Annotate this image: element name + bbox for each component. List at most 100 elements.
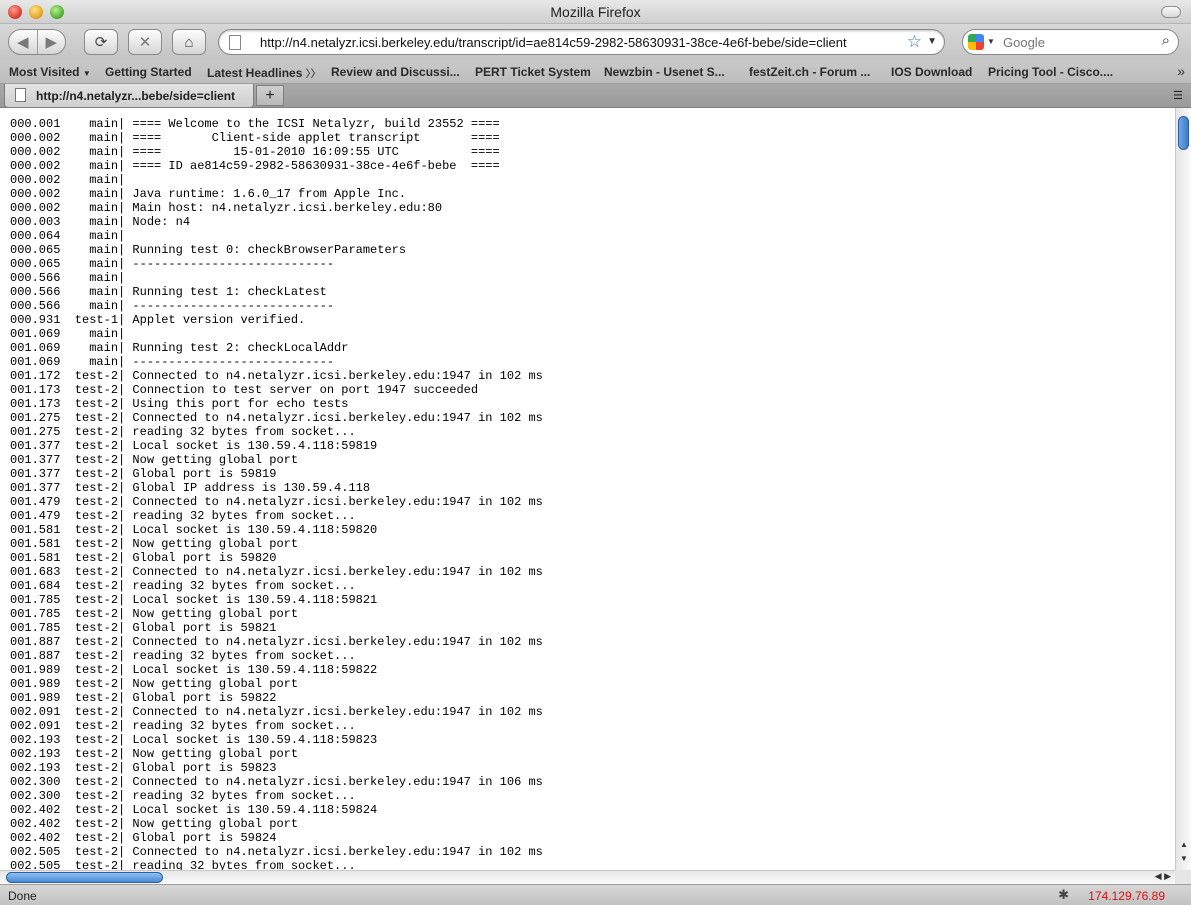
search-icon[interactable]: ⌕ bbox=[1162, 32, 1170, 49]
search-engine-selector[interactable]: ▼ bbox=[962, 29, 996, 55]
page-icon bbox=[15, 88, 26, 102]
transcript-line: 001.377 test-2| Local socket is 130.59.4… bbox=[10, 439, 378, 453]
scrollbar-corner bbox=[1175, 870, 1191, 884]
page-content: 000.001 main| ==== Welcome to the ICSI N… bbox=[0, 108, 1175, 870]
bookmark-pert-ticket-system[interactable]: PERT Ticket System bbox=[475, 65, 591, 79]
transcript-line: 001.887 test-2| Connected to n4.netalyzr… bbox=[10, 635, 543, 649]
status-bar: Done ✱ 174.129.76.89 bbox=[0, 884, 1191, 905]
title-bar: Mozilla Firefox bbox=[0, 0, 1191, 24]
tab-transcript[interactable]: http://n4.netalyzr...bebe/side=client bbox=[4, 84, 254, 108]
firebug-icon[interactable]: ✱ bbox=[1058, 887, 1069, 903]
search-input[interactable] bbox=[1003, 35, 1153, 50]
transcript-line: 000.002 main| Main host: n4.netalyzr.ics… bbox=[10, 201, 443, 215]
reload-button[interactable]: ⟳ bbox=[84, 29, 118, 55]
transcript-line: 000.931 test-1| Applet version verified. bbox=[10, 313, 306, 327]
transcript-line: 000.002 main| ==== Client-side applet tr… bbox=[10, 131, 500, 145]
rss-feed-icon: 〉〉 bbox=[305, 69, 321, 80]
url-text[interactable]: http://n4.netalyzr.icsi.berkeley.edu/tra… bbox=[260, 35, 847, 50]
chevron-down-icon: ▼ bbox=[987, 37, 995, 46]
transcript-line: 001.683 test-2| Connected to n4.netalyzr… bbox=[10, 565, 543, 579]
transcript-line: 000.065 main| Running test 0: checkBrows… bbox=[10, 243, 407, 257]
navigation-toolbar: ◀ ▶ ⟳ ✕ ⌂ http://n4.netalyzr.icsi.berkel… bbox=[0, 24, 1191, 60]
bookmark-getting-started[interactable]: Getting Started bbox=[105, 65, 192, 79]
transcript-line: 001.989 test-2| Global port is 59822 bbox=[10, 691, 277, 705]
transcript-line: 001.887 test-2| reading 32 bytes from so… bbox=[10, 649, 356, 663]
bookmark-newzbin[interactable]: Newzbin - Usenet S... bbox=[604, 65, 725, 79]
tab-list-icon[interactable]: ☰ bbox=[1173, 89, 1183, 102]
stop-button[interactable]: ✕ bbox=[128, 29, 162, 55]
transcript-line: 001.785 test-2| Now getting global port bbox=[10, 607, 299, 621]
transcript-line: 001.479 test-2| reading 32 bytes from so… bbox=[10, 509, 356, 523]
bookmark-latest-headlines[interactable]: Latest Headlines 〉〉 bbox=[207, 65, 321, 80]
transcript-line: 001.479 test-2| Connected to n4.netalyzr… bbox=[10, 495, 543, 509]
tab-label: http://n4.netalyzr...bebe/side=client bbox=[36, 89, 236, 103]
new-tab-button[interactable]: + bbox=[256, 85, 284, 106]
transcript-line: 002.193 test-2| Local socket is 130.59.4… bbox=[10, 733, 378, 747]
tab-bar: http://n4.netalyzr...bebe/side=client + … bbox=[0, 84, 1191, 108]
toolbar-toggle-button[interactable] bbox=[1161, 6, 1181, 18]
transcript-line: 001.581 test-2| Now getting global port bbox=[10, 537, 299, 551]
forward-button[interactable]: ▶ bbox=[37, 33, 65, 51]
transcript-line: 001.989 test-2| Now getting global port bbox=[10, 677, 299, 691]
transcript-line: 001.989 test-2| Local socket is 130.59.4… bbox=[10, 663, 378, 677]
transcript-line: 001.785 test-2| Local socket is 130.59.4… bbox=[10, 593, 378, 607]
transcript-line: 000.002 main| ==== ID ae814c59-2982-5863… bbox=[10, 159, 500, 173]
transcript-line: 002.402 test-2| Local socket is 130.59.4… bbox=[10, 803, 378, 817]
transcript-line: 001.377 test-2| Now getting global port bbox=[10, 453, 299, 467]
vertical-scroll-thumb[interactable] bbox=[1178, 116, 1189, 150]
status-ip-address: 174.129.76.89 bbox=[1088, 889, 1165, 903]
transcript-line: 000.566 main| bbox=[10, 271, 126, 285]
bookmarks-overflow-icon[interactable]: » bbox=[1177, 63, 1185, 79]
transcript-line: 001.275 test-2| reading 32 bytes from so… bbox=[10, 425, 356, 439]
bookmarks-toolbar: Most Visited ▼ Getting Started Latest He… bbox=[0, 60, 1191, 84]
bookmark-pricing-tool[interactable]: Pricing Tool - Cisco.... bbox=[988, 65, 1113, 79]
chevron-down-icon: ▼ bbox=[82, 69, 91, 78]
transcript-line: 002.505 test-2| reading 32 bytes from so… bbox=[10, 859, 356, 870]
horizontal-scroll-thumb[interactable] bbox=[6, 872, 163, 883]
url-history-dropdown-icon[interactable]: ▼ bbox=[927, 36, 937, 47]
scroll-down-arrow-icon[interactable]: ▼ bbox=[1180, 854, 1188, 863]
page-icon bbox=[229, 35, 241, 50]
transcript-line: 001.069 main| --------------------------… bbox=[10, 355, 335, 369]
transcript-line: 000.064 main| bbox=[10, 229, 126, 243]
transcript-line: 001.172 test-2| Connected to n4.netalyzr… bbox=[10, 369, 543, 383]
bookmark-review-and-discussion[interactable]: Review and Discussi... bbox=[331, 65, 460, 79]
transcript-line: 002.193 test-2| Now getting global port bbox=[10, 747, 299, 761]
transcript-line: 000.002 main| ==== 15-01-2010 16:09:55 U… bbox=[10, 145, 500, 159]
vertical-scrollbar[interactable]: ▲ ▼ bbox=[1175, 108, 1191, 870]
transcript-line: 001.785 test-2| Global port is 59821 bbox=[10, 621, 277, 635]
transcript-line: 001.377 test-2| Global IP address is 130… bbox=[10, 481, 371, 495]
back-button[interactable]: ◀ bbox=[9, 33, 37, 51]
status-text: Done bbox=[8, 889, 37, 903]
transcript-line: 000.566 main| --------------------------… bbox=[10, 299, 335, 313]
horizontal-scrollbar[interactable]: ◀ ▶ bbox=[0, 870, 1175, 884]
transcript-line: 002.091 test-2| Connected to n4.netalyzr… bbox=[10, 705, 543, 719]
transcript-log: 000.001 main| ==== Welcome to the ICSI N… bbox=[10, 117, 543, 870]
transcript-line: 001.581 test-2| Global port is 59820 bbox=[10, 551, 277, 565]
transcript-line: 002.402 test-2| Now getting global port bbox=[10, 817, 299, 831]
url-bar[interactable]: http://n4.netalyzr.icsi.berkeley.edu/tra… bbox=[218, 29, 945, 55]
search-bar[interactable]: ⌕ bbox=[995, 29, 1179, 55]
transcript-line: 000.001 main| ==== Welcome to the ICSI N… bbox=[10, 117, 500, 131]
scroll-up-arrow-icon[interactable]: ▲ bbox=[1180, 840, 1188, 849]
transcript-line: 001.173 test-2| Using this port for echo… bbox=[10, 397, 349, 411]
transcript-line: 002.091 test-2| reading 32 bytes from so… bbox=[10, 719, 356, 733]
google-logo-icon bbox=[968, 34, 984, 50]
transcript-line: 002.193 test-2| Global port is 59823 bbox=[10, 761, 277, 775]
transcript-line: 000.065 main| --------------------------… bbox=[10, 257, 335, 271]
horizontal-scroll-arrows-icon[interactable]: ◀ ▶ bbox=[1155, 871, 1171, 882]
transcript-line: 000.002 main| Java runtime: 1.6.0_17 fro… bbox=[10, 187, 407, 201]
bookmark-ios-download[interactable]: IOS Download bbox=[891, 65, 972, 79]
home-button[interactable]: ⌂ bbox=[172, 29, 206, 55]
transcript-line: 002.300 test-2| reading 32 bytes from so… bbox=[10, 789, 356, 803]
transcript-line: 001.581 test-2| Local socket is 130.59.4… bbox=[10, 523, 378, 537]
transcript-line: 001.684 test-2| reading 32 bytes from so… bbox=[10, 579, 356, 593]
transcript-line: 000.566 main| Running test 1: checkLates… bbox=[10, 285, 327, 299]
bookmark-festzeit[interactable]: festZeit.ch - Forum ... bbox=[749, 65, 870, 79]
transcript-line: 000.003 main| Node: n4 bbox=[10, 215, 191, 229]
transcript-line: 001.275 test-2| Connected to n4.netalyzr… bbox=[10, 411, 543, 425]
transcript-line: 001.173 test-2| Connection to test serve… bbox=[10, 383, 479, 397]
bookmark-star-icon[interactable]: ☆ bbox=[907, 32, 922, 52]
transcript-line: 002.505 test-2| Connected to n4.netalyzr… bbox=[10, 845, 543, 859]
bookmark-most-visited[interactable]: Most Visited ▼ bbox=[9, 65, 91, 79]
